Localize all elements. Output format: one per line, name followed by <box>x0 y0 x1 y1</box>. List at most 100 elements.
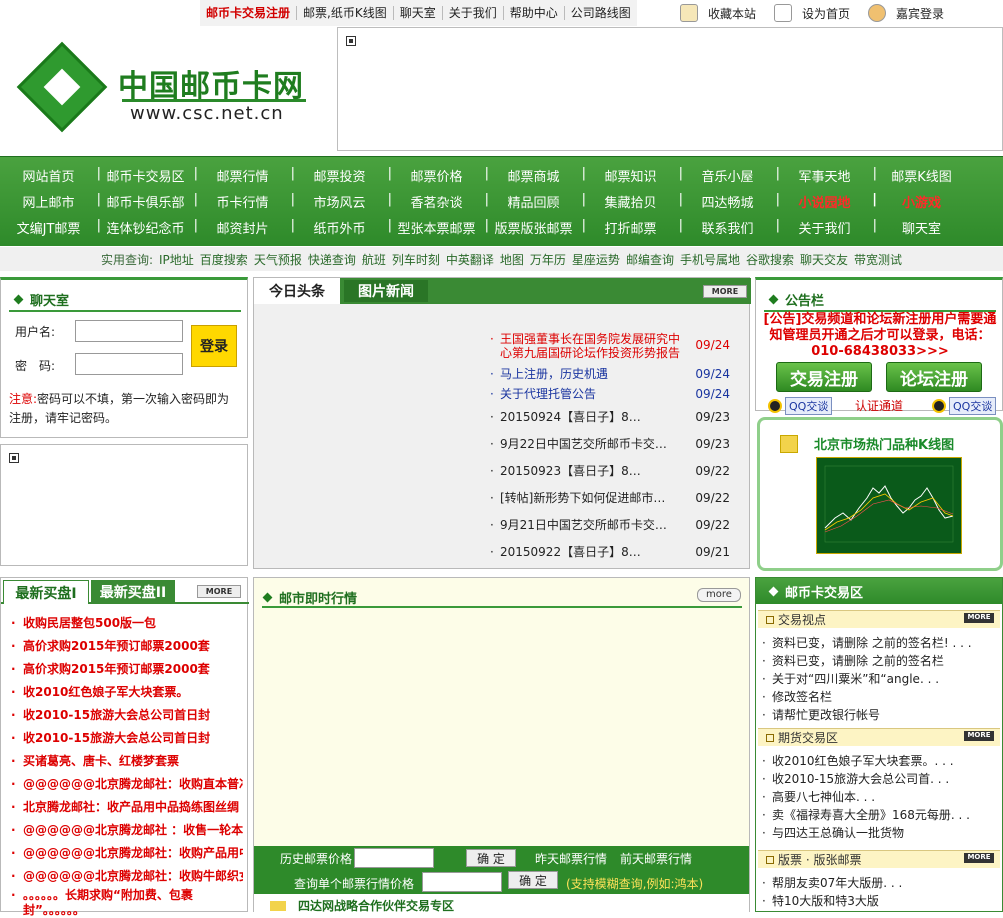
guest-login-link[interactable]: 嘉宾登录 <box>868 4 944 22</box>
list-item[interactable]: 关于对“四川粟米”和“angle. . . <box>762 670 998 688</box>
auth-channel-link[interactable]: 认证通道 <box>855 397 903 414</box>
nav-item[interactable]: 打折邮票 <box>582 218 683 237</box>
history-price-input[interactable] <box>354 848 434 868</box>
utility-link[interactable]: 地图 <box>500 251 524 268</box>
nav-item[interactable]: 邮票价格 <box>388 166 489 185</box>
forum-register-button[interactable]: 论坛注册 <box>886 362 982 392</box>
nav-item[interactable]: 音乐小屋 <box>679 166 780 185</box>
nav-item[interactable]: 型张本票邮票 <box>388 218 489 237</box>
notice-text[interactable]: [公告]交易频道和论坛新注册用户需要通知管理员开通之后才可以登录，电话：010-… <box>760 312 1000 360</box>
nav-item[interactable]: 邮票K线图 <box>873 166 970 185</box>
list-item[interactable]: 资料已变，请删除 之前的签名栏! . . . <box>762 634 998 652</box>
list-item[interactable]: @@@@@@北京腾龙邮社：收购直本普冲票 <box>11 773 243 796</box>
utility-link[interactable]: 邮编查询 <box>626 251 674 268</box>
headline-item[interactable]: 20150924【喜日子】8…09/23 <box>490 404 730 431</box>
password-input[interactable] <box>75 353 183 375</box>
list-item[interactable]: 特10大版和特3大版 <box>762 892 998 910</box>
tab-today-headlines[interactable]: 今日头条 <box>254 278 340 304</box>
qq-chat-link-1[interactable]: QQ交谈 <box>768 397 833 415</box>
history-confirm-button[interactable]: 确 定 <box>466 849 516 867</box>
list-item[interactable]: 高价求购2015年预订邮票2000套 <box>11 635 243 658</box>
list-item[interactable]: @@@@@@北京腾龙邮社：收购产品用中品 <box>11 842 243 865</box>
tab-photo-news[interactable]: 图片新闻 <box>344 280 428 302</box>
nav-item[interactable]: 小游戏 <box>873 192 970 211</box>
nav-item[interactable]: 纸币外币 <box>291 218 392 237</box>
nav-item[interactable]: 连体钞纪念币 <box>97 218 198 237</box>
list-item[interactable]: 收2010-15旅游大会总公司首日封 <box>11 727 243 750</box>
buy-more-button[interactable]: MORE <box>197 585 241 598</box>
single-confirm-button[interactable]: 确 定 <box>508 871 558 889</box>
utility-link[interactable]: 谷歌搜索 <box>746 251 794 268</box>
list-item[interactable]: 高要八七神仙本. . . <box>762 788 998 806</box>
bookmark-link[interactable]: 收藏本站 <box>680 4 756 22</box>
headline-item[interactable]: 9月22日中国艺交所邮币卡交…09/23 <box>490 431 730 458</box>
nav-item[interactable]: 版票版张邮票 <box>485 218 586 237</box>
market-more-button[interactable]: more <box>697 588 741 602</box>
section-more-button[interactable]: MORE <box>964 853 994 863</box>
nav-item[interactable]: 邮票投资 <box>291 166 392 185</box>
daybefore-market-link[interactable]: 前天邮票行情 <box>620 850 692 867</box>
section-more-button[interactable]: MORE <box>964 613 994 623</box>
utility-link[interactable]: 百度搜索 <box>200 251 248 268</box>
top-link-route[interactable]: 公司路线图 <box>565 6 637 20</box>
list-item[interactable]: @@@@@@北京腾龙邮社 ：收售一轮本票 <box>11 819 243 842</box>
kline-chart-image[interactable] <box>816 457 962 554</box>
list-item[interactable]: @@@@@@北京腾龙邮社：收购牛郎织女邮票 <box>11 865 243 888</box>
nav-item[interactable]: 网上邮市 <box>0 192 101 211</box>
list-item[interactable]: 请帮忙更改银行帐号 <box>762 706 998 724</box>
utility-link[interactable]: 星座运势 <box>572 251 620 268</box>
nav-item[interactable]: 网站首页 <box>0 166 101 185</box>
utility-link[interactable]: 中英翻译 <box>446 251 494 268</box>
tab-buy-1[interactable]: 最新买盘I <box>3 580 89 604</box>
login-button[interactable]: 登录 <box>191 325 237 367</box>
list-item[interactable]: 收2010红色娘子军大块套票。. . . <box>762 752 998 770</box>
headline-item[interactable]: 9月21日中国艺交所邮币卡交…09/22 <box>490 512 730 539</box>
nav-item[interactable]: 文编JT邮票 <box>0 218 101 237</box>
single-price-input[interactable] <box>422 872 502 892</box>
nav-item[interactable]: 邮票行情 <box>194 166 295 185</box>
list-item[interactable]: 买诸葛亮、唐卡、红楼梦套票 <box>11 750 243 773</box>
utility-link[interactable]: 航班 <box>362 251 386 268</box>
utility-link[interactable]: IP地址 <box>159 251 194 268</box>
trade-section-header[interactable]: 交易视点 MORE <box>758 610 1000 628</box>
tab-buy-2[interactable]: 最新买盘II <box>91 580 175 604</box>
utility-link[interactable]: 天气预报 <box>254 251 302 268</box>
nav-item[interactable]: 军事天地 <box>776 166 877 185</box>
headlines-more-button[interactable]: MORE <box>703 285 747 298</box>
list-item[interactable]: 北京腾龙邮社：收产品用中品捣练图丝绸 <box>11 796 243 819</box>
nav-item[interactable]: 香茗杂谈 <box>388 192 489 211</box>
utility-link[interactable]: 带宽测试 <box>854 251 902 268</box>
qq-chat-link-2[interactable]: QQ交谈 <box>932 397 997 415</box>
list-item[interactable]: 卖《福禄寿喜大全册》168元每册. . . <box>762 806 998 824</box>
top-link-about[interactable]: 关于我们 <box>443 6 504 20</box>
nav-item[interactable]: 关于我们 <box>776 218 877 237</box>
list-item[interactable]: 资料已变，请删除 之前的签名栏 <box>762 652 998 670</box>
top-link-trade-register[interactable]: 邮币卡交易注册 <box>200 6 298 20</box>
list-item[interactable]: 收2010红色娘子军大块套票。 <box>11 681 243 704</box>
list-item[interactable]: 高价求购2015年预订邮票2000套 <box>11 658 243 681</box>
list-item[interactable]: 收购民居整包500版一包 <box>11 612 243 635</box>
trade-section-header[interactable]: 期货交易区 MORE <box>758 728 1000 746</box>
nav-item[interactable]: 集藏拾贝 <box>582 192 683 211</box>
top-link-kline[interactable]: 邮票,纸币K线图 <box>297 6 394 20</box>
nav-item[interactable]: 聊天室 <box>873 218 970 237</box>
headline-item[interactable]: 王国强董事长在国务院发展研究中心第九届国研论坛作投资形势报告09/24 <box>490 330 730 364</box>
kline-title[interactable]: 北京市场热门品种K线图 <box>780 434 954 453</box>
headline-item[interactable]: 20150922【喜日子】8…09/21 <box>490 539 730 566</box>
list-item[interactable]: 收2010-15旅游大会总公司首日封 <box>11 704 243 727</box>
trade-register-button[interactable]: 交易注册 <box>776 362 872 392</box>
list-item[interactable]: 收2010-15旅游大会总公司首. . . <box>762 770 998 788</box>
top-link-chat[interactable]: 聊天室 <box>394 6 443 20</box>
utility-link[interactable]: 快递查询 <box>308 251 356 268</box>
section-more-button[interactable]: MORE <box>964 731 994 741</box>
trade-section-header[interactable]: 版票 · 版张邮票 MORE <box>758 850 1000 868</box>
headline-item[interactable]: [转帖]新形势下如何促进邮市…09/22 <box>490 485 730 512</box>
nav-item[interactable]: 邮币卡交易区 <box>97 166 198 185</box>
site-logo[interactable]: 中国邮币卡网 www.csc.net.cn <box>16 41 316 133</box>
headline-item[interactable]: 关于代理托管公告09/24 <box>490 384 730 404</box>
partner-zone-title[interactable]: 四达网战略合作伙伴交易专区 <box>254 898 749 913</box>
utility-link[interactable]: 聊天交友 <box>800 251 848 268</box>
headline-item[interactable]: 20150923【喜日子】8…09/22 <box>490 458 730 485</box>
nav-item[interactable]: 邮资封片 <box>194 218 295 237</box>
nav-item[interactable]: 四达畅城 <box>679 192 780 211</box>
